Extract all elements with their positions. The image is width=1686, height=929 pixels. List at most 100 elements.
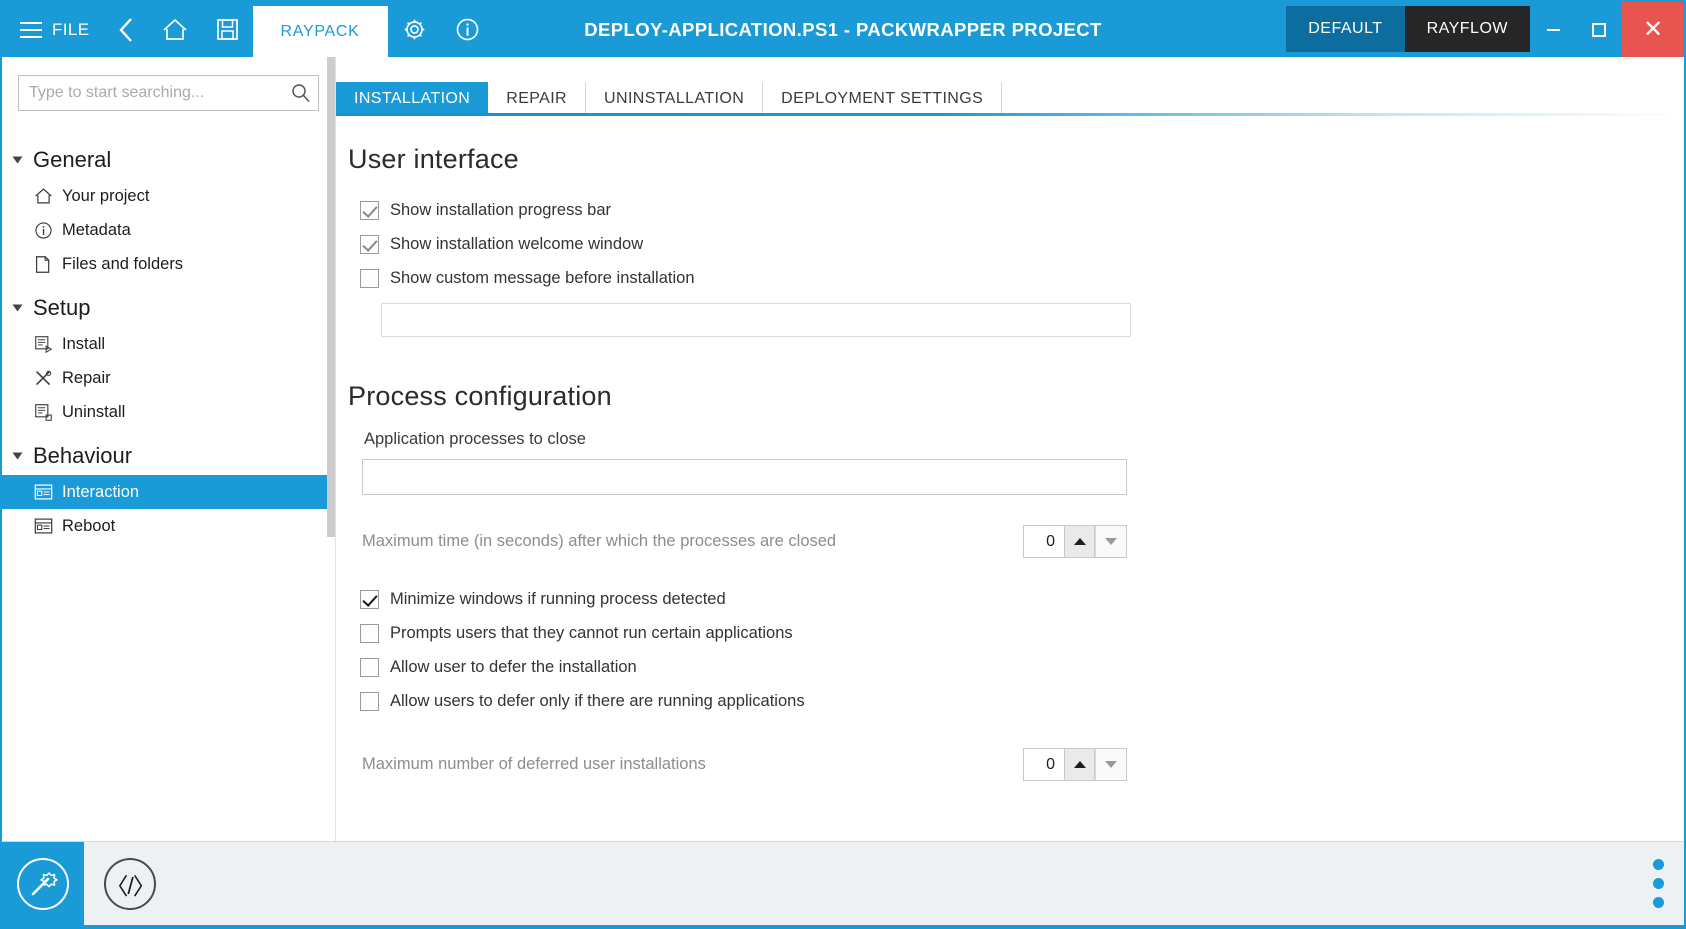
max-time-spinner[interactable]: 0 bbox=[1023, 525, 1127, 558]
checkbox-row-allow-defer-running-apps[interactable]: Allow users to defer only if there are r… bbox=[336, 684, 1684, 718]
sidebar-item-label: Uninstall bbox=[62, 403, 125, 422]
custom-message-field-wrap[interactable] bbox=[381, 303, 1131, 337]
checkbox-prompts-users-cannot-run-certain-applications[interactable] bbox=[360, 624, 379, 643]
sidebar-item-label: Your project bbox=[62, 187, 149, 206]
checkbox-show-custom-message-before-installation[interactable] bbox=[360, 269, 379, 288]
sidebar-item-uninstall[interactable]: Uninstall bbox=[2, 395, 335, 429]
checkbox-row-show-welcome-window[interactable]: Show installation welcome window bbox=[336, 227, 1684, 261]
application-processes-input[interactable] bbox=[363, 460, 1126, 494]
info-button[interactable] bbox=[441, 2, 494, 57]
hamburger-icon bbox=[20, 22, 42, 38]
checkbox-label: Show installation progress bar bbox=[390, 201, 611, 220]
more-vertical-icon bbox=[1653, 878, 1664, 889]
tab-active-underline bbox=[336, 113, 1684, 116]
sidebar-item-reboot[interactable]: Reboot bbox=[2, 509, 335, 543]
max-time-row: Maximum time (in seconds) after which th… bbox=[362, 525, 1127, 558]
chevron-left-icon bbox=[118, 17, 134, 43]
tab-uninstallation[interactable]: UNINSTALLATION bbox=[586, 82, 763, 116]
search-box[interactable] bbox=[18, 75, 319, 111]
rayflow-chip[interactable]: RAYFLOW bbox=[1405, 6, 1530, 52]
code-brackets-icon: 〈/〉 bbox=[105, 867, 154, 901]
maximize-button[interactable] bbox=[1576, 2, 1622, 57]
sidebar-group-label: Setup bbox=[33, 295, 91, 321]
code-view-button[interactable]: 〈/〉 bbox=[104, 858, 156, 910]
max-deferrals-increment-button[interactable] bbox=[1064, 748, 1095, 781]
close-button[interactable]: ✕ bbox=[1622, 2, 1684, 57]
minimize-icon bbox=[1547, 29, 1560, 31]
settings-button[interactable] bbox=[388, 2, 441, 57]
arrow-up-icon bbox=[1074, 538, 1086, 545]
max-time-increment-button[interactable] bbox=[1064, 525, 1095, 558]
sidebar-item-metadata[interactable]: Metadata bbox=[2, 213, 335, 247]
sidebar-item-label: Reboot bbox=[62, 517, 115, 536]
tab-deployment-settings[interactable]: DEPLOYMENT SETTINGS bbox=[763, 82, 1002, 116]
sidebar-group-setup[interactable]: Setup bbox=[2, 289, 335, 327]
home-icon bbox=[162, 18, 188, 42]
tab-raypack[interactable]: RAYPACK bbox=[253, 6, 388, 57]
minimize-button[interactable] bbox=[1530, 2, 1576, 57]
sidebar-item-label: Metadata bbox=[62, 221, 131, 240]
more-vertical-icon bbox=[1653, 897, 1664, 908]
checkbox-label: Allow user to defer the installation bbox=[390, 658, 637, 677]
status-overflow-button[interactable] bbox=[1653, 842, 1684, 925]
checkbox-row-show-progress-bar[interactable]: Show installation progress bar bbox=[336, 193, 1684, 227]
chevron-down-icon bbox=[13, 305, 23, 312]
title-bar: FILE RAYPACK bbox=[2, 2, 1684, 57]
arrow-down-icon bbox=[1105, 538, 1117, 545]
max-deferrals-spinner[interactable]: 0 bbox=[1023, 748, 1127, 781]
application-processes-label: Application processes to close bbox=[364, 430, 1684, 449]
status-bar: 〈/〉 bbox=[2, 841, 1684, 925]
sidebar-item-interaction[interactable]: Interaction bbox=[2, 475, 335, 509]
save-button[interactable] bbox=[202, 2, 253, 57]
sidebar-item-your-project[interactable]: Your project bbox=[2, 179, 335, 213]
max-deferrals-decrement-button[interactable] bbox=[1095, 749, 1126, 780]
checkbox-row-minimize-windows[interactable]: Minimize windows if running process dete… bbox=[336, 582, 1684, 616]
sidebar-group-label: Behaviour bbox=[33, 443, 132, 469]
save-disk-icon bbox=[216, 18, 239, 41]
checkbox-row-allow-defer[interactable]: Allow user to defer the installation bbox=[336, 650, 1684, 684]
max-deferrals-label: Maximum number of deferred user installa… bbox=[362, 755, 1023, 774]
checkbox-show-installation-welcome-window[interactable] bbox=[360, 235, 379, 254]
checkbox-label: Allow users to defer only if there are r… bbox=[390, 692, 805, 711]
window-controls: ✕ bbox=[1530, 2, 1684, 57]
wizard-mode-button[interactable] bbox=[2, 842, 84, 925]
search-icon[interactable] bbox=[284, 83, 318, 103]
sidebar-item-install[interactable]: Install bbox=[2, 327, 335, 361]
home-button[interactable] bbox=[148, 2, 202, 57]
checkbox-minimize-windows-if-running-process-detected[interactable] bbox=[360, 590, 379, 609]
profile-chip-default[interactable]: DEFAULT bbox=[1286, 6, 1404, 52]
sidebar-item-label: Install bbox=[62, 335, 105, 354]
sidebar-group-general[interactable]: General bbox=[2, 141, 335, 179]
max-deferrals-value[interactable]: 0 bbox=[1024, 749, 1064, 780]
sidebar-scrollbar[interactable] bbox=[327, 57, 335, 841]
sidebar-group-label: General bbox=[33, 147, 111, 173]
install-script-icon bbox=[34, 335, 60, 354]
tab-repair[interactable]: REPAIR bbox=[488, 82, 586, 116]
main-menu-button[interactable] bbox=[2, 2, 48, 57]
checkbox-row-prompt-users[interactable]: Prompts users that they cannot run certa… bbox=[336, 616, 1684, 650]
max-time-value[interactable]: 0 bbox=[1024, 526, 1064, 557]
search-input[interactable] bbox=[19, 84, 284, 102]
checkbox-show-installation-progress-bar[interactable] bbox=[360, 201, 379, 220]
sidebar-item-repair[interactable]: Repair bbox=[2, 361, 335, 395]
back-button[interactable] bbox=[104, 2, 148, 57]
sidebar-item-label: Repair bbox=[62, 369, 111, 388]
max-time-label: Maximum time (in seconds) after which th… bbox=[362, 532, 1023, 551]
application-processes-field-wrap[interactable] bbox=[362, 459, 1127, 495]
sidebar-group-behaviour[interactable]: Behaviour bbox=[2, 437, 335, 475]
chevron-down-icon bbox=[13, 157, 23, 164]
checkbox-allow-user-to-defer-the-installation[interactable] bbox=[360, 658, 379, 677]
arrow-up-icon bbox=[1074, 761, 1086, 768]
checkbox-allow-users-defer-only-if-running-applications[interactable] bbox=[360, 692, 379, 711]
checkbox-row-show-custom-message[interactable]: Show custom message before installation bbox=[336, 261, 1684, 295]
file-menu-button[interactable]: FILE bbox=[48, 2, 104, 57]
custom-message-input[interactable] bbox=[382, 304, 1130, 336]
checkbox-label: Minimize windows if running process dete… bbox=[390, 590, 726, 609]
chevron-down-icon bbox=[13, 453, 23, 460]
installation-settings-content: User interface Show installation progres… bbox=[336, 116, 1684, 841]
sidebar-item-files-and-folders[interactable]: Files and folders bbox=[2, 247, 335, 281]
sidebar-scrollbar-thumb[interactable] bbox=[327, 57, 335, 537]
application-window: FILE RAYPACK bbox=[0, 0, 1686, 929]
tab-installation[interactable]: INSTALLATION bbox=[336, 82, 488, 116]
max-time-decrement-button[interactable] bbox=[1095, 526, 1126, 557]
